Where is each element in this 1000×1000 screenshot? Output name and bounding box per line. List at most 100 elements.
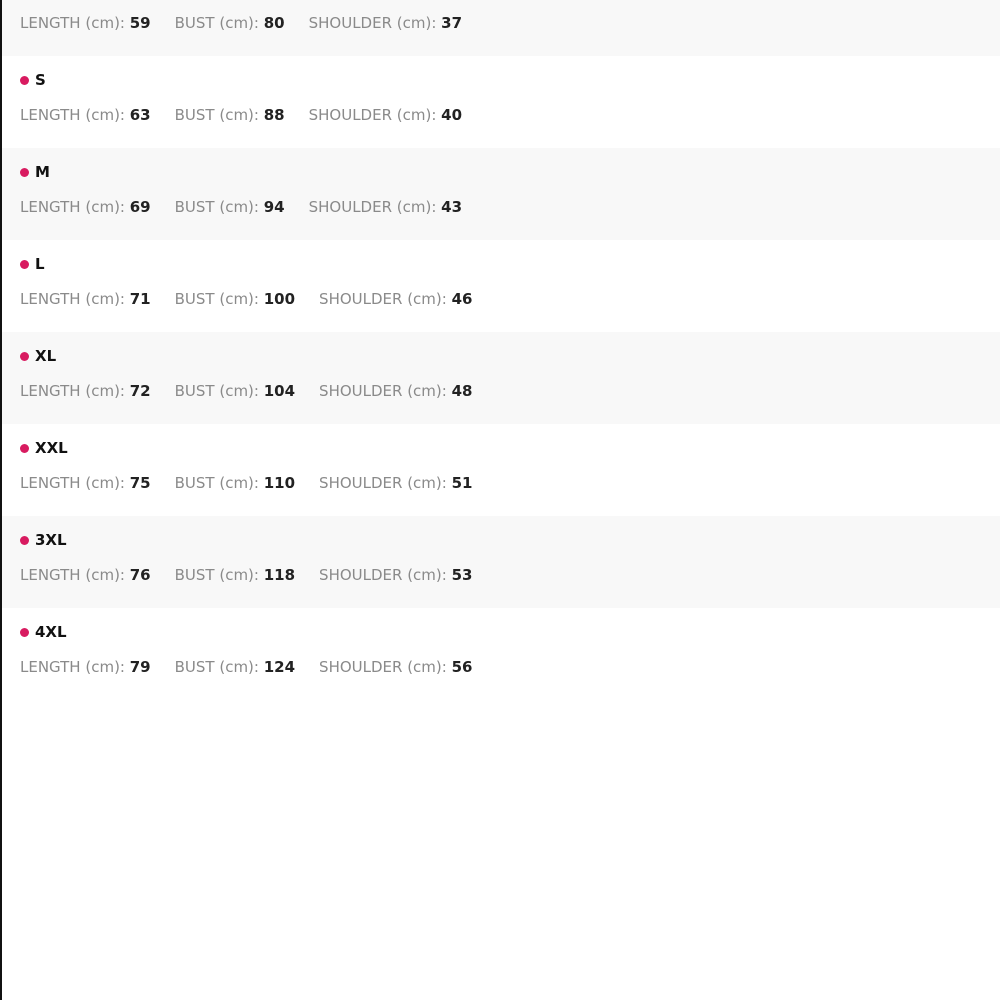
size-name: L <box>35 255 45 273</box>
length-label: LENGTH (cm): <box>20 566 130 584</box>
length-measure: LENGTH (cm): 79 <box>20 658 151 676</box>
shoulder-value: 56 <box>451 658 473 676</box>
size-measurements: LENGTH (cm): 76 BUST (cm): 118 SHOULDER … <box>20 566 496 584</box>
size-header: S <box>20 70 46 90</box>
length-measure: LENGTH (cm): 76 <box>20 566 151 584</box>
size-measurements: LENGTH (cm): 79 BUST (cm): 124 SHOULDER … <box>20 658 496 676</box>
bust-measure: BUST (cm): 94 <box>175 198 285 216</box>
length-value: 63 <box>129 106 151 124</box>
bust-value: 118 <box>263 566 296 584</box>
size-name: 4XL <box>35 623 67 641</box>
bust-measure: BUST (cm): 100 <box>175 290 295 308</box>
size-name: XL <box>35 347 57 365</box>
length-measure: LENGTH (cm): 63 <box>20 106 151 124</box>
size-row: S LENGTH (cm): 63 BUST (cm): 88 SHOULDER… <box>2 56 1000 148</box>
length-value: 76 <box>129 566 151 584</box>
length-value: 72 <box>129 382 151 400</box>
shoulder-value: 51 <box>451 474 473 492</box>
size-name: XXL <box>35 439 68 457</box>
bust-value: 110 <box>263 474 296 492</box>
shoulder-measure: SHOULDER (cm): 46 <box>319 290 472 308</box>
length-measure: LENGTH (cm): 71 <box>20 290 151 308</box>
length-label: LENGTH (cm): <box>20 382 130 400</box>
length-label: LENGTH (cm): <box>20 474 130 492</box>
bust-measure: BUST (cm): 80 <box>175 14 285 32</box>
shoulder-value: 53 <box>451 566 473 584</box>
length-label: LENGTH (cm): <box>20 658 130 676</box>
shoulder-value: 37 <box>441 14 463 32</box>
bullet-dot-icon <box>20 443 29 453</box>
length-measure: LENGTH (cm): 69 <box>20 198 151 216</box>
shoulder-label: SHOULDER (cm): <box>319 658 452 676</box>
size-measurements: LENGTH (cm): 72 BUST (cm): 104 SHOULDER … <box>20 382 496 400</box>
length-value: 71 <box>129 290 151 308</box>
bust-measure: BUST (cm): 124 <box>175 658 295 676</box>
shoulder-value: 40 <box>441 106 463 124</box>
bullet-dot-icon <box>20 627 29 637</box>
size-measurements: LENGTH (cm): 59 BUST (cm): 80 SHOULDER (… <box>20 14 486 32</box>
length-label: LENGTH (cm): <box>20 198 130 216</box>
bust-value: 124 <box>263 658 296 676</box>
length-value: 79 <box>129 658 151 676</box>
length-label: LENGTH (cm): <box>20 106 130 124</box>
bullet-dot-icon <box>20 535 29 545</box>
bust-label: BUST (cm): <box>174 290 264 308</box>
length-value: 59 <box>129 14 151 32</box>
bust-label: BUST (cm): <box>174 382 264 400</box>
size-measurements: LENGTH (cm): 71 BUST (cm): 100 SHOULDER … <box>20 290 496 308</box>
bust-label: BUST (cm): <box>174 566 264 584</box>
bust-label: BUST (cm): <box>174 14 264 32</box>
shoulder-label: SHOULDER (cm): <box>319 566 452 584</box>
bust-measure: BUST (cm): 118 <box>175 566 295 584</box>
bullet-dot-icon <box>20 75 29 85</box>
length-measure: LENGTH (cm): 72 <box>20 382 151 400</box>
size-row: 4XL LENGTH (cm): 79 BUST (cm): 124 SHOUL… <box>2 608 1000 700</box>
shoulder-measure: SHOULDER (cm): 40 <box>309 106 462 124</box>
bust-value: 88 <box>263 106 285 124</box>
size-row: XXL LENGTH (cm): 75 BUST (cm): 110 SHOUL… <box>2 424 1000 516</box>
shoulder-measure: SHOULDER (cm): 51 <box>319 474 472 492</box>
shoulder-measure: SHOULDER (cm): 53 <box>319 566 472 584</box>
shoulder-label: SHOULDER (cm): <box>319 290 452 308</box>
bust-measure: BUST (cm): 88 <box>175 106 285 124</box>
bust-value: 94 <box>263 198 285 216</box>
size-measurements: LENGTH (cm): 63 BUST (cm): 88 SHOULDER (… <box>20 106 486 124</box>
size-header: 4XL <box>20 622 67 642</box>
bullet-dot-icon <box>20 351 29 361</box>
size-list: LENGTH (cm): 59 BUST (cm): 80 SHOULDER (… <box>2 0 1000 700</box>
length-value: 75 <box>129 474 151 492</box>
length-measure: LENGTH (cm): 75 <box>20 474 151 492</box>
size-row: XL LENGTH (cm): 72 BUST (cm): 104 SHOULD… <box>2 332 1000 424</box>
size-row: LENGTH (cm): 59 BUST (cm): 80 SHOULDER (… <box>2 0 1000 56</box>
length-label: LENGTH (cm): <box>20 290 130 308</box>
size-header: L <box>20 254 45 274</box>
size-name: M <box>35 163 50 181</box>
shoulder-label: SHOULDER (cm): <box>308 198 442 216</box>
shoulder-measure: SHOULDER (cm): 37 <box>309 14 462 32</box>
bust-measure: BUST (cm): 110 <box>175 474 295 492</box>
bust-label: BUST (cm): <box>174 658 264 676</box>
shoulder-measure: SHOULDER (cm): 43 <box>309 198 462 216</box>
size-row: 3XL LENGTH (cm): 76 BUST (cm): 118 SHOUL… <box>2 516 1000 608</box>
size-name: S <box>35 71 46 89</box>
shoulder-measure: SHOULDER (cm): 48 <box>319 382 472 400</box>
bust-value: 80 <box>263 14 285 32</box>
bullet-dot-icon <box>20 167 29 177</box>
shoulder-label: SHOULDER (cm): <box>308 106 442 124</box>
shoulder-label: SHOULDER (cm): <box>308 14 442 32</box>
bust-label: BUST (cm): <box>174 474 264 492</box>
size-measurements: LENGTH (cm): 75 BUST (cm): 110 SHOULDER … <box>20 474 496 492</box>
size-header: XL <box>20 346 56 366</box>
size-header: XXL <box>20 438 68 458</box>
size-measurements: LENGTH (cm): 69 BUST (cm): 94 SHOULDER (… <box>20 198 486 216</box>
shoulder-measure: SHOULDER (cm): 56 <box>319 658 472 676</box>
size-chart-page: LENGTH (cm): 59 BUST (cm): 80 SHOULDER (… <box>0 0 1000 1000</box>
size-name: 3XL <box>35 531 67 549</box>
shoulder-value: 48 <box>451 382 473 400</box>
size-header: M <box>20 162 50 182</box>
size-row: L LENGTH (cm): 71 BUST (cm): 100 SHOULDE… <box>2 240 1000 332</box>
bullet-dot-icon <box>20 259 29 269</box>
length-measure: LENGTH (cm): 59 <box>20 14 151 32</box>
shoulder-value: 43 <box>441 198 463 216</box>
bust-label: BUST (cm): <box>174 106 264 124</box>
